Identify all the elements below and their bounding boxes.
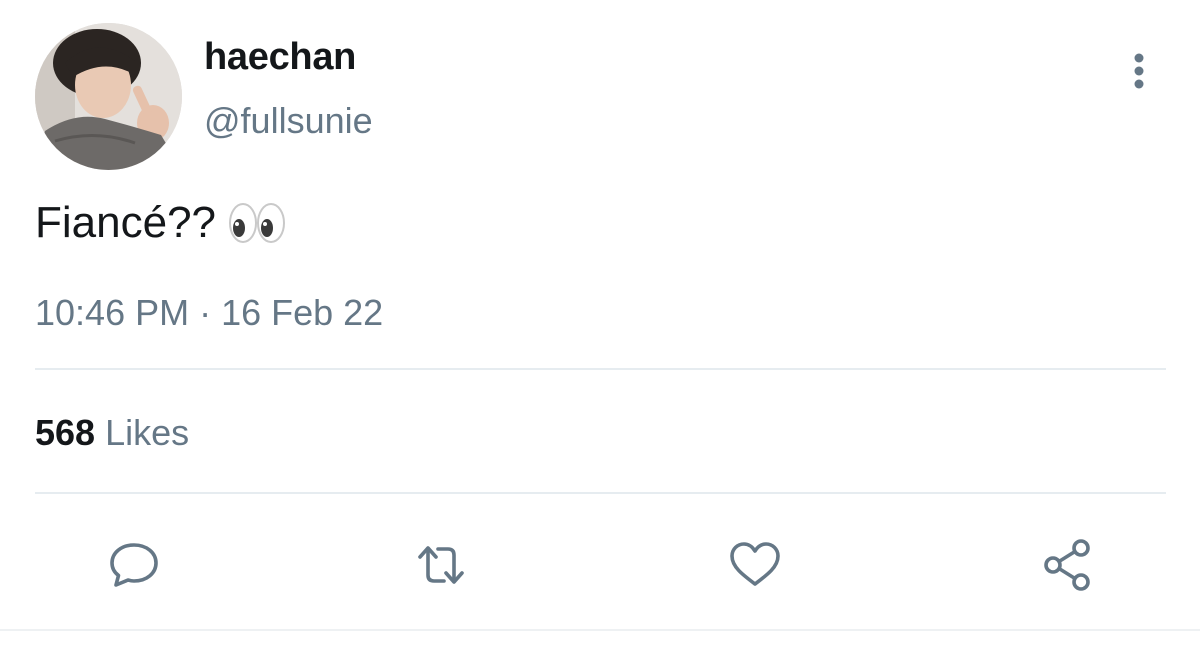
heart-icon xyxy=(730,542,780,586)
eyes-emoji-icon xyxy=(228,201,286,245)
profile-photo-icon xyxy=(35,23,182,170)
likes-count: 568 xyxy=(35,412,96,453)
like-button[interactable] xyxy=(727,537,783,593)
author-display-name[interactable]: haechan xyxy=(204,36,356,79)
tweet-body: Fiancé?? xyxy=(35,198,217,247)
more-options-icon[interactable] xyxy=(1124,52,1154,92)
reply-button[interactable] xyxy=(106,537,162,593)
author-handle[interactable]: @fullsunie xyxy=(204,100,373,142)
retweet-button[interactable] xyxy=(413,537,469,593)
retweet-icon xyxy=(418,546,464,584)
divider xyxy=(35,492,1166,494)
divider xyxy=(35,368,1166,370)
likes-stat[interactable]: 568 Likes xyxy=(35,412,189,454)
likes-label: Likes xyxy=(105,412,190,453)
avatar[interactable] xyxy=(35,23,182,170)
share-button[interactable] xyxy=(1040,537,1096,593)
speech-bubble-icon xyxy=(110,543,158,587)
divider xyxy=(0,629,1200,631)
tweet-timestamp[interactable]: 10:46 PM · 16 Feb 22 xyxy=(35,292,383,334)
share-icon xyxy=(1044,539,1090,591)
tweet-text: Fiancé?? xyxy=(35,198,286,248)
tweet-detail: haechan @fullsunie Fiancé?? 10:46 PM · 1… xyxy=(0,0,1200,649)
